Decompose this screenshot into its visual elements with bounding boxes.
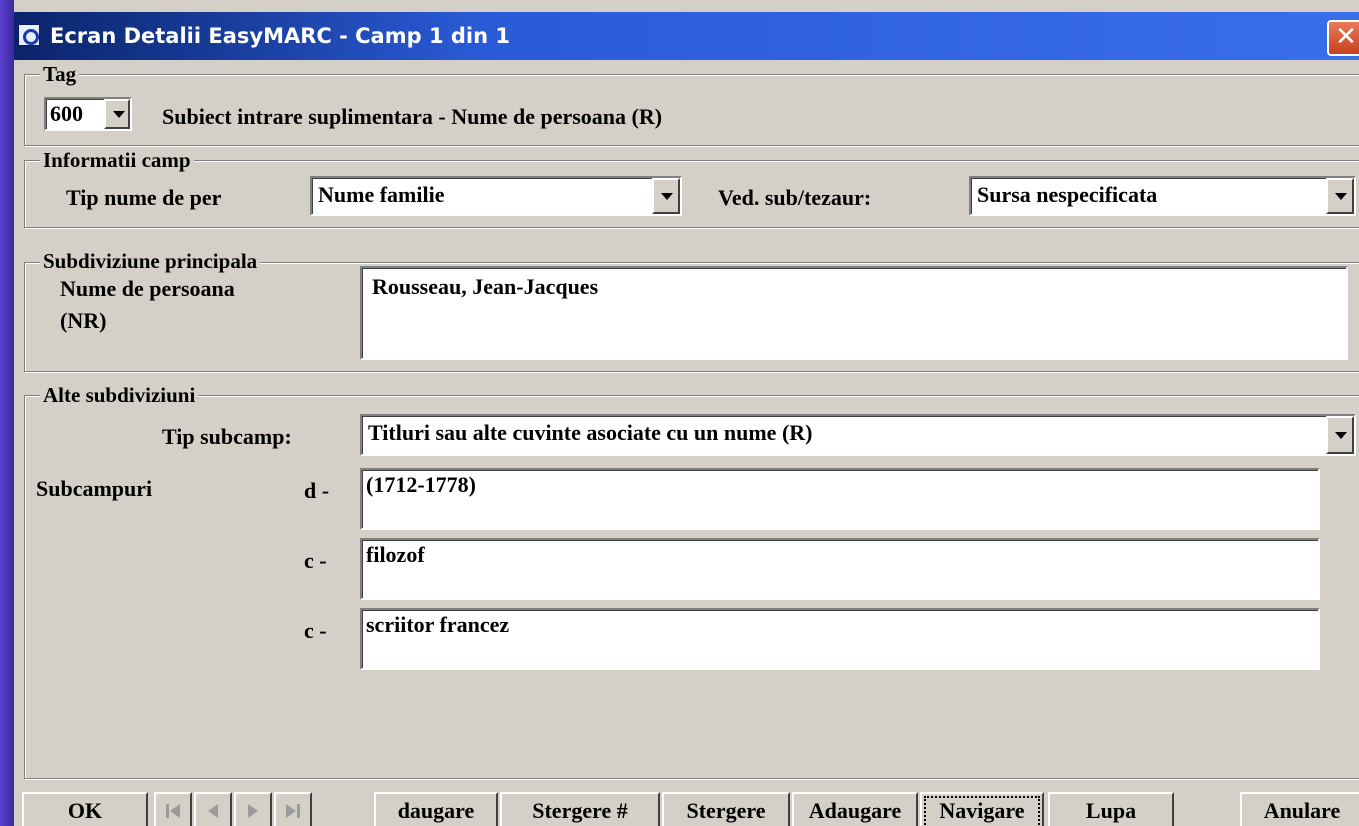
chevron-down-icon[interactable] bbox=[104, 99, 130, 129]
stergere-hash-button[interactable]: Stergere # bbox=[500, 792, 660, 826]
subfield-value: (1712-1778) bbox=[366, 472, 476, 497]
main-subdivision-legend: Subdiviziune principala bbox=[40, 249, 261, 274]
subfield-code: c - bbox=[304, 618, 327, 643]
person-name-value: Rousseau, Jean-Jacques bbox=[372, 274, 599, 299]
subfield-input[interactable]: scriitor francez bbox=[360, 608, 1320, 670]
chevron-down-icon[interactable] bbox=[1326, 416, 1354, 454]
tag-select[interactable]: 600 bbox=[44, 97, 132, 131]
other-subdivisions-legend: Alte subdiviziuni bbox=[40, 383, 199, 408]
tag-select-value: 600 bbox=[50, 101, 83, 126]
info-legend: Informatii camp bbox=[40, 148, 194, 173]
first-record-button[interactable] bbox=[154, 792, 192, 826]
tag-description: Subiect intrare suplimentara - Nume de p… bbox=[162, 104, 663, 129]
subfield-value: scriitor francez bbox=[366, 612, 510, 637]
app-icon bbox=[18, 24, 40, 46]
ok-button[interactable]: OK bbox=[22, 792, 148, 826]
previous-record-button[interactable] bbox=[194, 792, 232, 826]
person-name-field[interactable]: Rousseau, Jean-Jacques bbox=[360, 266, 1348, 360]
subfield-value: filozof bbox=[366, 542, 425, 567]
tip-subcamp-select[interactable]: Titluri sau alte cuvinte asociate cu un … bbox=[360, 414, 1356, 456]
first-record-icon bbox=[166, 804, 180, 818]
tip-nume-select[interactable]: Nume familie bbox=[310, 176, 682, 216]
window-title: Ecran Detalii EasyMARC - Camp 1 din 1 bbox=[50, 24, 510, 48]
last-record-icon bbox=[286, 804, 300, 818]
subfield-code: c - bbox=[304, 548, 327, 573]
navigare-button[interactable]: Navigare bbox=[920, 792, 1044, 826]
person-name-label: Nume de persoana bbox=[60, 276, 235, 301]
next-record-icon bbox=[248, 804, 258, 818]
tip-nume-value: Nume familie bbox=[318, 182, 445, 207]
chevron-down-icon[interactable] bbox=[1326, 178, 1354, 214]
next-record-button[interactable] bbox=[234, 792, 272, 826]
tip-subcamp-value: Titluri sau alte cuvinte asociate cu un … bbox=[368, 420, 813, 445]
tip-nume-label: Tip nume de per bbox=[66, 185, 222, 210]
ved-sub-select[interactable]: Sursa nespecificata bbox=[969, 176, 1356, 216]
close-icon[interactable]: ✕ bbox=[1327, 20, 1359, 56]
last-record-button[interactable] bbox=[274, 792, 312, 826]
subfield-input[interactable]: (1712-1778) bbox=[360, 468, 1320, 530]
subfield-input[interactable]: filozof bbox=[360, 538, 1320, 600]
subfield-code: d - bbox=[304, 478, 330, 503]
person-name-label-nr: (NR) bbox=[60, 308, 107, 333]
anulare-button[interactable]: Anulare bbox=[1240, 792, 1359, 826]
previous-record-icon bbox=[208, 804, 218, 818]
chevron-down-icon[interactable] bbox=[652, 178, 680, 214]
subcampuri-label: Subcampuri bbox=[36, 476, 153, 501]
title-bar[interactable]: Ecran Detalii EasyMARC - Camp 1 din 1 ✕ bbox=[14, 12, 1359, 60]
tag-legend: Tag bbox=[40, 62, 80, 87]
lupa-button[interactable]: Lupa bbox=[1048, 792, 1174, 826]
tip-subcamp-label: Tip subcamp: bbox=[162, 424, 292, 449]
stergere-button[interactable]: Stergere bbox=[662, 792, 790, 826]
ved-sub-label: Ved. sub/tezaur: bbox=[718, 185, 872, 210]
ved-sub-value: Sursa nespecificata bbox=[977, 182, 1158, 207]
adaugare-after-button[interactable]: Adaugare bbox=[792, 792, 918, 826]
details-window: Ecran Detalii EasyMARC - Camp 1 din 1 ✕ … bbox=[14, 0, 1359, 826]
adaugare-button[interactable]: daugare bbox=[374, 792, 498, 826]
